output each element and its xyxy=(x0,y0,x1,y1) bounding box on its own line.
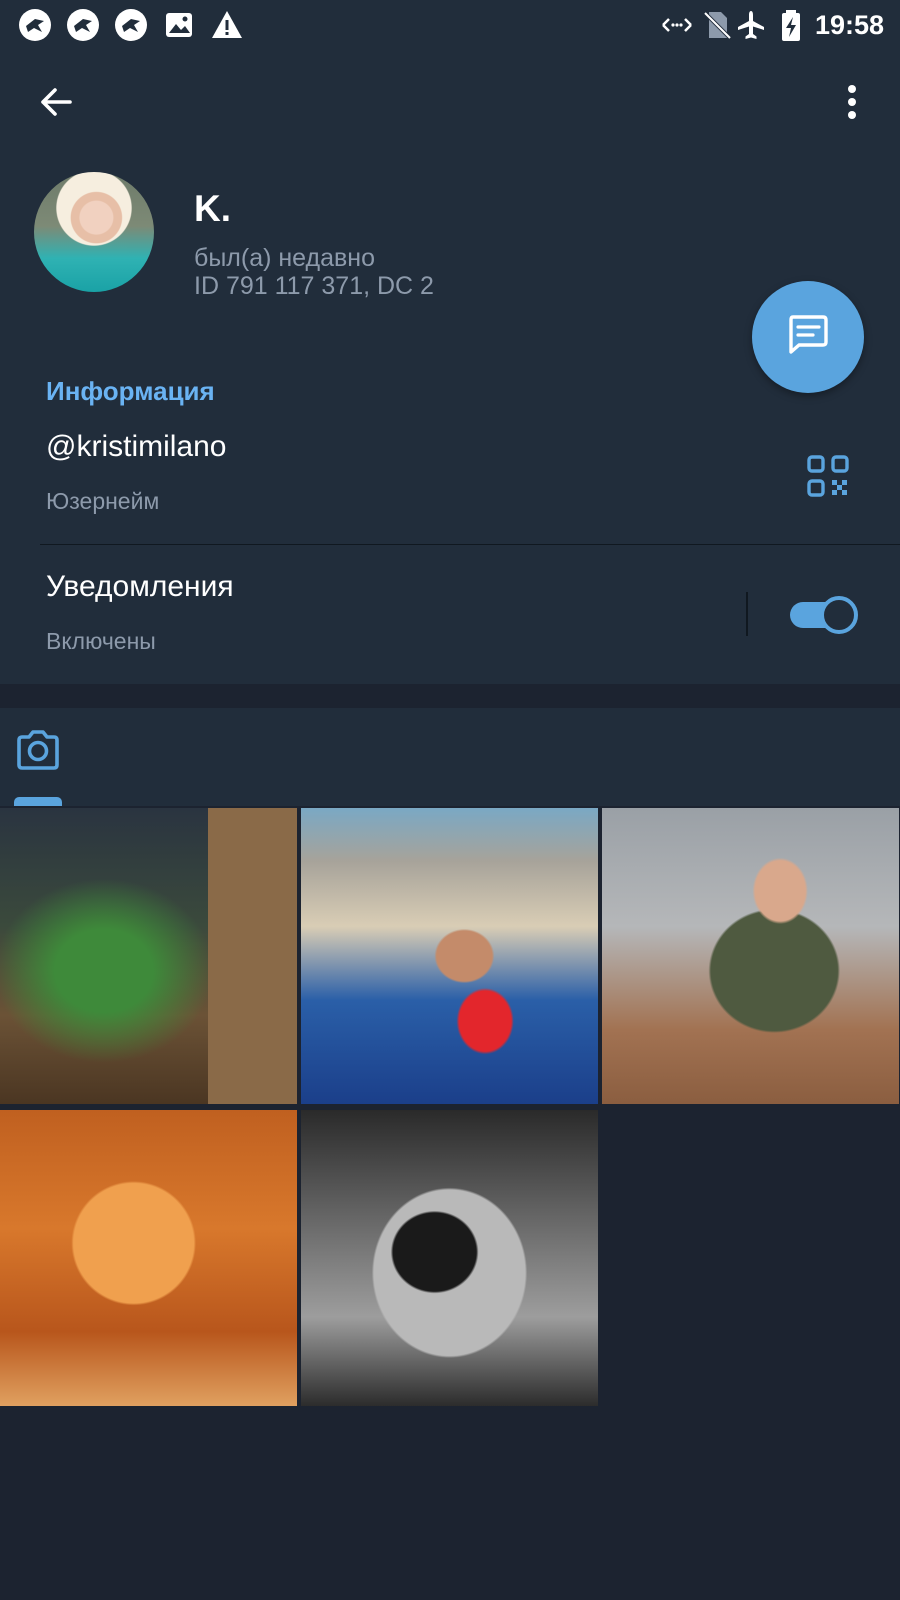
shared-media-section xyxy=(0,708,900,1600)
user-id-dc: ID 791 117 371, DC 2 xyxy=(194,272,434,300)
notifications-label[interactable]: Уведомления xyxy=(46,570,234,604)
profile-header: 19:58 K. был(а) недавно ID 791 117 371, … xyxy=(0,0,900,336)
avatar[interactable] xyxy=(34,172,154,292)
data-arrows-icon xyxy=(660,8,694,42)
send-message-button[interactable] xyxy=(752,281,864,393)
qr-code-icon xyxy=(806,455,850,502)
section-title-info: Информация xyxy=(46,376,215,406)
message-icon xyxy=(785,312,831,363)
info-section: Информация @kristimilano Юзернейм Уведом… xyxy=(0,336,900,684)
status-bar: 19:58 xyxy=(0,0,900,50)
back-button[interactable] xyxy=(26,74,86,134)
warning-icon xyxy=(210,8,244,42)
profile-name: K. xyxy=(194,188,231,229)
battery-charging-icon xyxy=(774,8,808,42)
bird-app-icon xyxy=(114,8,148,42)
username-label: Юзернейм xyxy=(46,488,160,514)
media-tabbar xyxy=(0,708,900,806)
man-laptop-photo[interactable] xyxy=(602,808,899,1104)
more-options-button[interactable] xyxy=(822,74,882,134)
tab-photos[interactable] xyxy=(12,726,64,778)
image-icon xyxy=(162,8,196,42)
qr-code-button[interactable] xyxy=(806,454,850,498)
camera-icon xyxy=(14,729,62,776)
sauna-relax-photo[interactable] xyxy=(0,808,297,1104)
clock: 19:58 xyxy=(814,10,884,40)
notifications-toggle[interactable] xyxy=(790,594,858,634)
bird-app-icon xyxy=(66,8,100,42)
last-seen-status: был(а) недавно xyxy=(194,244,376,272)
woman-lingerie-photo[interactable] xyxy=(301,1110,598,1406)
woman-harness-photo[interactable] xyxy=(0,1110,297,1406)
username-value[interactable]: @kristimilano xyxy=(46,430,226,464)
row-divider xyxy=(40,544,900,545)
no-sim-icon xyxy=(700,8,734,42)
bird-app-icon xyxy=(18,8,52,42)
tab-indicator xyxy=(14,797,62,806)
airplane-icon xyxy=(734,8,768,42)
more-vertical-icon xyxy=(846,84,858,125)
pool-man-photo[interactable] xyxy=(301,808,598,1104)
toggle-divider xyxy=(746,592,748,636)
notifications-state: Включены xyxy=(46,628,156,654)
arrow-left-icon xyxy=(38,84,74,125)
toggle-knob xyxy=(820,596,858,634)
